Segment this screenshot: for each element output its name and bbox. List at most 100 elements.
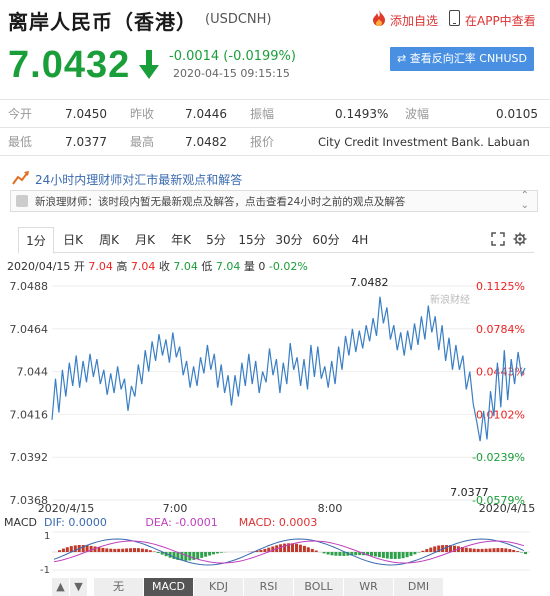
scroll-down-icon[interactable]: ▼ [70,578,88,596]
add-watchlist-link[interactable]: 添加自选 [390,12,438,29]
open-label: 今开 [8,107,33,121]
macd-bar [476,548,480,552]
open-value: 7.0450 [65,107,107,121]
tab-monthly[interactable]: 月K [130,227,160,253]
amplitude-label: 振幅 [250,107,275,121]
price-chart[interactable]: 7.04887.04647.0447.04167.03927.0368 0.11… [0,276,550,516]
macd-bar [464,547,468,552]
macd-bar [405,552,409,558]
macd-bar [504,548,508,552]
macd-bar [445,545,449,552]
macd-bar [291,543,294,552]
macd-bar [113,548,117,552]
macd-bar [184,552,188,561]
tab-yearly[interactable]: 年K [166,227,196,253]
trend-icon [12,171,29,185]
view-in-app-link[interactable]: 在APP中查看 [465,12,536,29]
macd-bar [89,545,93,552]
macd-bar [152,551,156,552]
macd-bar [496,548,500,552]
macd-bar [212,552,215,555]
tab-30min[interactable]: 30分 [273,227,305,253]
macd-bar [342,552,346,556]
tab-weekly[interactable]: 周K [94,227,124,253]
quote-source-label: 报价 [250,135,275,149]
news-title[interactable]: 24小时内理财师对汇市最新观点和解答 [35,171,242,188]
macd-bar [61,548,65,552]
low-annotation: 7.0377 [450,486,489,499]
high-label: 最高 [130,135,155,149]
fullscreen-icon[interactable] [491,232,505,246]
indicator-tab-boll[interactable]: BOLL [294,578,344,596]
settings-icon[interactable] [513,232,527,246]
symbol-code: (USDCNH) [205,12,272,27]
stats-row: 今开 7.0450 昨收 7.0446 振幅 0.1493% 波幅 0.0105 [0,100,550,128]
indicator-tab-none[interactable]: 无 [94,578,144,596]
macd-bar [397,552,401,559]
indicator-tab-rsi[interactable]: RSI [244,578,294,596]
macd-bar [354,552,358,556]
macd-chart[interactable]: 1 -1 [0,528,550,576]
macd-bar [196,552,200,559]
pct-tick-label: 0.0784% [476,323,525,336]
current-price: 7.0432 [8,44,131,86]
advisor-avatar [16,195,28,207]
macd-bar [322,552,326,554]
y-tick-label: 7.0392 [10,451,49,464]
macd-bar [413,552,417,555]
macd-bar [200,552,204,558]
x-tick-label: 7:00 [163,502,188,515]
info-date: 2020/04/15 [7,260,71,273]
macd-bar [393,552,397,559]
info-vol: 0 [258,260,266,273]
swap-icon: ⇄ [397,52,410,65]
tab-daily[interactable]: 日K [58,227,88,253]
macd-bar [263,548,267,552]
news-bar: 24小时内理财师对汇市最新观点和解答 [0,164,550,192]
macd-bar [306,547,310,552]
macd-bar [326,552,330,555]
macd-bar [121,548,125,552]
reverse-rate-button[interactable]: ⇄ 查看反向汇率 CNHUSD [390,47,534,71]
macd-bar [417,552,421,553]
indicator-tab-kdj[interactable]: KDJ [194,578,244,596]
news-message: 新浪理财师：该时段内暂无最新观点及解答，点击查看24小时之前的观点及解答 [35,196,406,208]
macd-bar [310,548,314,552]
info-close-label: 收 [158,260,170,273]
macd-bar [500,548,504,552]
tab-1min[interactable]: 1分 [18,227,54,254]
tab-4h[interactable]: 4H [348,227,372,253]
macd-bar [136,548,140,552]
high-annotation: 7.0482 [350,276,389,289]
macd-bar [295,543,298,552]
info-low: 7.04 [215,260,241,273]
indicator-tab-macd[interactable]: MACD [144,578,194,596]
tab-15min[interactable]: 15分 [236,227,268,253]
macd-bar [421,550,425,552]
scroll-up-icon[interactable]: ▲ [52,578,70,596]
spread-value: 0.0105 [496,107,538,121]
info-open-label: 开 [73,260,85,273]
macd-bar [488,548,492,552]
indicator-tab-wr[interactable]: WR [344,578,394,596]
macd-bar [283,543,287,552]
macd-bar [370,552,373,556]
macd-bar [208,552,212,556]
macd-bar [524,552,527,555]
macd-bar [409,552,413,556]
chevron-up-down-icon[interactable]: ⌃ ⌄ [521,191,529,211]
x-tick-label: 8:00 [318,502,343,515]
macd-axis-bottom: -1 [40,565,50,576]
pct-tick-label: 0.1125% [476,280,525,293]
pct-tick-label: -0.0239% [472,451,525,464]
news-message-box[interactable]: 新浪理财师：该时段内暂无最新观点及解答，点击查看24小时之前的观点及解答 ⌃ ⌄ [10,190,538,212]
price-change: -0.0014 (-0.0199%) [169,49,296,64]
tab-60min[interactable]: 60分 [310,227,342,253]
macd-bar [125,548,129,552]
indicator-tab-dmi[interactable]: DMI [394,578,444,596]
macd-bar [468,548,472,552]
x-tick-label: 2020/4/15 [38,502,94,515]
high-value: 7.0482 [185,135,227,149]
macd-bar [148,550,152,552]
tab-5min[interactable]: 5分 [202,227,230,253]
